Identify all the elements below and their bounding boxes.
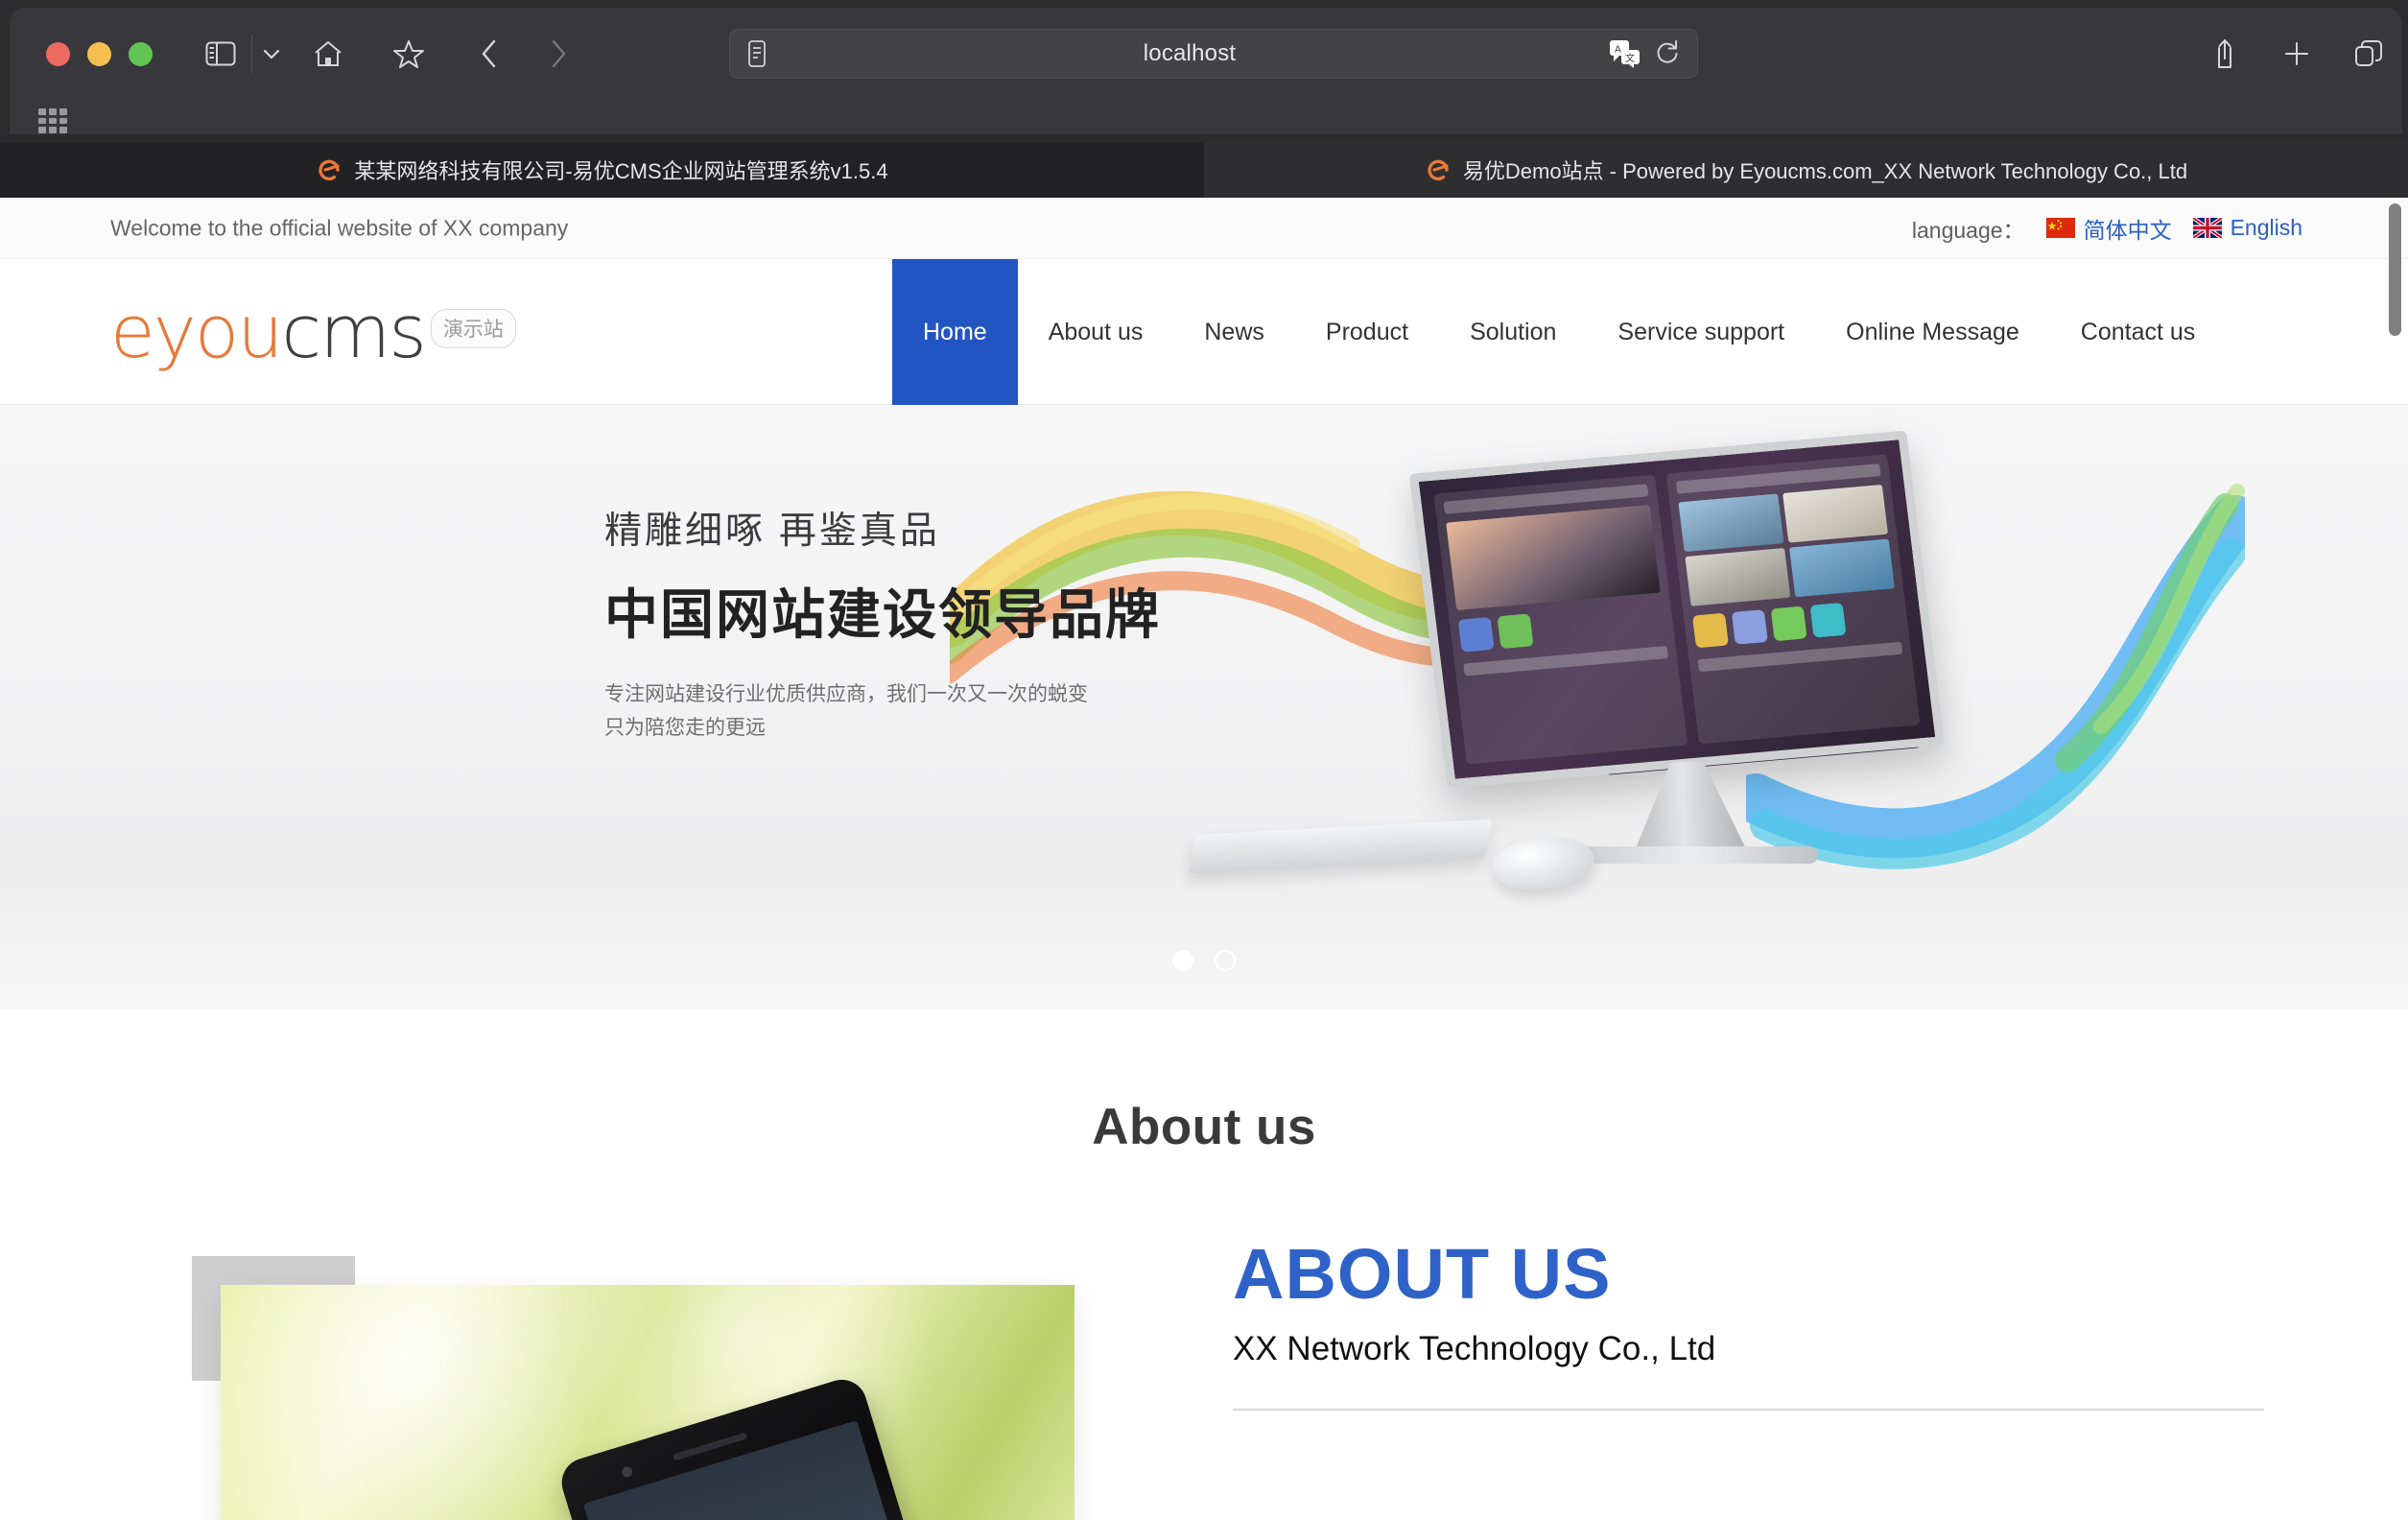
carousel-pagination xyxy=(0,950,2408,971)
nav-item-online-message[interactable]: Online Message xyxy=(1815,259,2050,405)
logo-primary-text: eyou xyxy=(110,288,283,374)
nav-item-contact-us[interactable]: Contact us xyxy=(2050,259,2227,405)
carousel-dot-2[interactable] xyxy=(1215,950,1236,971)
apps-grid-icon[interactable] xyxy=(38,108,67,133)
tab-title: 某某网络科技有限公司-易优CMS企业网站管理系统v1.5.4 xyxy=(354,159,888,183)
china-flag-icon xyxy=(2045,218,2075,238)
nav-item-news[interactable]: News xyxy=(1173,259,1295,405)
carousel-dot-1[interactable] xyxy=(1172,950,1193,971)
reader-icon[interactable] xyxy=(745,39,770,68)
svg-text:A: A xyxy=(1615,45,1621,56)
nav-item-about-us[interactable]: About us xyxy=(1018,259,1174,405)
hero-description-line-2: 只为陪您走的更远 xyxy=(604,716,766,739)
vertical-scrollbar[interactable] xyxy=(2389,203,2401,336)
share-icon[interactable] xyxy=(2202,31,2248,77)
keyboard-graphic xyxy=(1188,819,1493,874)
hero-description-line-1: 专注网站建设行业优质供应商，我们一次又一次的蜕变 xyxy=(604,683,1088,705)
new-tab-button[interactable] xyxy=(2274,31,2320,77)
home-icon[interactable] xyxy=(305,31,351,77)
nav-item-product[interactable]: Product xyxy=(1295,259,1439,405)
language-switcher: language： 简体中文 English xyxy=(1912,212,2302,245)
browser-tab-1[interactable]: 某某网络科技有限公司-易优CMS企业网站管理系统v1.5.4 xyxy=(0,142,1204,198)
maximize-window-button[interactable] xyxy=(129,42,153,66)
browser-tab-2[interactable]: 易优Demo站点 - Powered by Eyoucms.com_XX Net… xyxy=(1204,142,2408,198)
nav-item-solution[interactable]: Solution xyxy=(1439,259,1587,405)
translate-icon[interactable]: A 文 xyxy=(1609,39,1641,68)
about-section-heading: About us xyxy=(1092,1099,1316,1155)
about-divider xyxy=(1233,1409,2264,1412)
eyoucms-favicon-icon xyxy=(1425,156,1452,183)
url-text[interactable]: localhost xyxy=(770,40,1609,67)
browser-toolbar: localhost A 文 xyxy=(10,8,2402,134)
about-company-name: XX Network Technology Co., Ltd xyxy=(1233,1330,1716,1368)
hero-title: 中国网站建设领导品牌 xyxy=(604,584,1161,645)
site-logo[interactable]: eyoucms 演示站 xyxy=(110,295,516,368)
star-icon[interactable] xyxy=(386,31,432,77)
tab-title: 易优Demo站点 - Powered by Eyoucms.com_XX Net… xyxy=(1462,159,2188,183)
hero-illustration xyxy=(950,424,2245,1000)
eyoucms-favicon-icon xyxy=(316,156,342,183)
phone-screen-graphic xyxy=(582,1420,917,1520)
reload-icon[interactable] xyxy=(1655,39,1682,68)
chevron-down-icon[interactable] xyxy=(257,31,286,77)
close-window-button[interactable] xyxy=(46,42,70,66)
hero-copy: 精雕细啄 再鉴真品 中国网站建设领导品牌 专注网站建设行业优质供应商，我们一次又… xyxy=(604,501,1161,745)
about-section: About us ABOUT US XX Network Technology … xyxy=(0,1009,2408,1520)
address-bar[interactable]: localhost A 文 xyxy=(729,29,1698,79)
demo-site-badge: 演示站 xyxy=(430,308,516,348)
svg-text:文: 文 xyxy=(1625,52,1635,64)
site-header: eyoucms 演示站 Home About us News Product S… xyxy=(0,259,2408,405)
window-traffic-lights xyxy=(46,42,153,66)
tab-bar: 某某网络科技有限公司-易优CMS企业网站管理系统v1.5.4 易优Demo站点 … xyxy=(0,142,2408,198)
back-button[interactable] xyxy=(468,31,510,77)
hero-banner: 精雕细啄 再鉴真品 中国网站建设领导品牌 专注网站建设行业优质供应商，我们一次又… xyxy=(0,405,2408,1009)
language-label: language： xyxy=(1911,217,2025,243)
logo-secondary-text: cms xyxy=(281,288,426,374)
phone-camera-icon xyxy=(620,1465,634,1479)
about-heading-english: ABOUT US xyxy=(1233,1234,1612,1314)
language-link-english[interactable]: English xyxy=(2192,215,2302,241)
minimize-window-button[interactable] xyxy=(87,42,111,66)
sidebar-icon[interactable] xyxy=(198,31,244,77)
nav-item-service-support[interactable]: Service support xyxy=(1587,259,1815,405)
main-navigation: Home About us News Product Solution Serv… xyxy=(892,259,2226,405)
phone-graphic xyxy=(555,1373,932,1520)
site-topbar: Welcome to the official website of XX co… xyxy=(0,198,2408,259)
about-text-block: ABOUT US XX Network Technology Co., Ltd xyxy=(1233,1234,2269,1412)
uk-flag-icon xyxy=(2192,218,2222,238)
forward-button[interactable] xyxy=(537,31,579,77)
mouse-graphic xyxy=(1490,833,1597,894)
monitor-stand-graphic xyxy=(1629,760,1747,856)
language-name-chinese: 简体中文 xyxy=(2083,217,2172,243)
tab-overview-icon[interactable] xyxy=(2346,31,2392,77)
language-link-chinese[interactable]: 简体中文 xyxy=(2045,212,2172,245)
welcome-message: Welcome to the official website of XX co… xyxy=(110,215,569,240)
page-viewport: Welcome to the official website of XX co… xyxy=(0,198,2408,1520)
monitor-screen-graphic xyxy=(1408,430,1946,789)
hero-subtitle: 精雕细啄 再鉴真品 xyxy=(604,511,940,552)
nav-item-home[interactable]: Home xyxy=(892,259,1018,405)
about-photo xyxy=(221,1285,1074,1520)
language-name-english: English xyxy=(2230,215,2302,240)
about-image-block xyxy=(192,1248,1074,1520)
monitor-base-graphic xyxy=(1564,846,1818,864)
toolbar-divider xyxy=(251,35,252,73)
